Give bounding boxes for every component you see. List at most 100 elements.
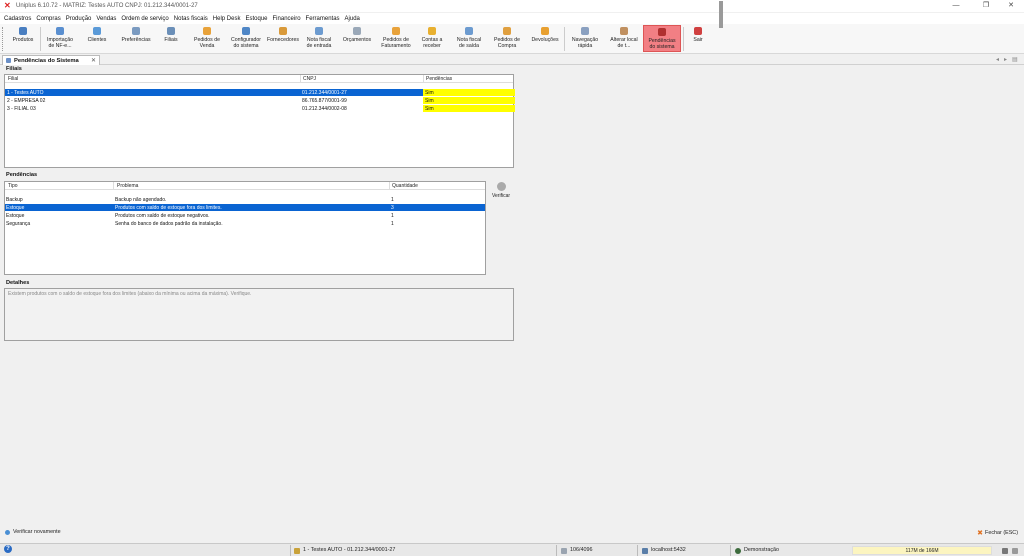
grid-icon[interactable] [1012, 546, 1021, 555]
table-row[interactable]: Estoque Produtos com saldo de estoque fo… [5, 204, 485, 211]
toolbar-button-label: Pendências do sistema [648, 38, 676, 50]
app-logo-icon: ✕ [4, 1, 11, 10]
toolbar-filiais-button[interactable]: Filiais [160, 25, 182, 52]
toolbar-pedidos-venda-button[interactable]: Pedidos de Venda [190, 25, 224, 52]
close-screen-button[interactable]: ✖ Fechar (ESC) [977, 529, 1018, 537]
menu-ferramentas[interactable]: Ferramentas [306, 16, 340, 22]
col-filial[interactable]: Filial [8, 76, 18, 82]
invoice-out-icon [465, 27, 473, 35]
box-icon [19, 27, 27, 35]
branches-icon [167, 27, 175, 35]
filiais-table[interactable]: Filial CNPJ Pendências 1 - Testes AUTO 0… [4, 74, 515, 168]
close-window-button[interactable]: ✕ [1000, 0, 1022, 12]
table-row[interactable]: 1 - Testes AUTO 01.212.344/0001-27 Sim [5, 89, 515, 96]
exit-icon [694, 27, 702, 35]
table-row[interactable]: Estoque Produtos com saldo de estoque ne… [5, 212, 485, 219]
details-textarea[interactable]: Existem produtos com o saldo de estoque … [4, 288, 514, 341]
returns-icon [541, 27, 549, 35]
clients-icon [93, 27, 101, 35]
cell-tipo: Backup [6, 197, 23, 203]
toolbar-fornecedores-button[interactable]: Fornecedores [266, 25, 300, 52]
close-icon: ✖ [977, 530, 984, 537]
menu-financeiro[interactable]: Financeiro [273, 16, 301, 22]
status-company: 1 - Testes AUTO - 01.212.344/0001-27 [294, 546, 395, 555]
preferences-icon [132, 27, 140, 35]
toolbar-grip[interactable] [2, 27, 5, 51]
filiais-table-header: Filial CNPJ Pendências [5, 75, 513, 83]
table-row[interactable]: Backup Backup não agendado. 1 [5, 196, 485, 203]
cell-tipo: Segurança [6, 221, 31, 227]
close-screen-label: Fechar (ESC) [985, 530, 1018, 536]
help-icon[interactable]: ? [4, 545, 12, 553]
toolbar-contas-receber-button[interactable]: Contas a receber [416, 25, 448, 52]
toolbar-orcamentos-button[interactable]: Orçamentos [340, 25, 374, 52]
verify-label: Verificar [491, 193, 511, 199]
cell-filial: 3 - FILIAL 03 [7, 106, 36, 112]
menu-estoque[interactable]: Estoque [245, 16, 267, 22]
pendencias-table-header: Tipo Problema Quantidade [5, 182, 485, 190]
col-quantidade[interactable]: Quantidade [392, 183, 418, 189]
tab-close-icon[interactable]: ✕ [91, 57, 96, 64]
toolbar-importacao-nfe-button[interactable]: Importação de NF-e... [42, 25, 78, 52]
verify-again-button[interactable]: Verificar novamente [5, 529, 61, 535]
menu-notas-fiscais[interactable]: Notas fiscais [174, 16, 208, 22]
toolbar-configurador-button[interactable]: Configurador do sistema [228, 25, 264, 52]
col-cnpj[interactable]: CNPJ [303, 76, 316, 82]
toolbar-button-label: Contas a receber [421, 37, 443, 49]
verify-button[interactable]: Verificar [487, 181, 515, 276]
menu-bar: Cadastros Compras Produção Vendas Ordem … [0, 13, 1024, 24]
tab-menu-icon[interactable]: ▤ [1012, 56, 1018, 63]
menu-ajuda[interactable]: Ajuda [345, 16, 360, 22]
toolbar-nota-fiscal-entrada-button[interactable]: Nota fiscal de entrada [302, 25, 336, 52]
column-divider [389, 182, 390, 190]
bottom-action-bar: Verificar novamente ✖ Fechar (ESC) [0, 525, 1024, 540]
toolbar-separator [40, 27, 41, 51]
toolbar-nota-fiscal-saida-button[interactable]: Nota fiscal de saída [452, 25, 486, 52]
column-divider [300, 75, 301, 83]
maximize-button[interactable]: ❐ [975, 0, 997, 12]
pendencias-table[interactable]: Tipo Problema Quantidade Backup Backup n… [4, 181, 486, 275]
toolbar-pedidos-faturamento-button[interactable]: Pedidos de Faturamento [378, 25, 414, 52]
toolbar-produtos-button[interactable]: Produtos [8, 25, 38, 52]
invoice-in-icon [315, 27, 323, 35]
table-row[interactable]: 3 - FILIAL 03 01.212.344/0002-08 Sim [5, 105, 515, 112]
tab-next-icon[interactable]: ▸ [1004, 56, 1007, 63]
toolbar-navegacao-rapida-button[interactable]: Navegação rápida [567, 25, 603, 52]
toolbar-button-label: Nota fiscal de saída [456, 37, 482, 49]
cell-problema: Backup não agendado. [115, 197, 167, 203]
menu-vendas[interactable]: Vendas [96, 16, 116, 22]
toolbar-button-label: Produtos [12, 37, 34, 43]
toolbar-clientes-button[interactable]: Clientes [82, 25, 112, 52]
tab-prev-icon[interactable]: ◂ [996, 56, 999, 63]
status-user-text: Demonstração [744, 547, 780, 553]
menu-help-desk[interactable]: Help Desk [213, 16, 241, 22]
toolbar-pedidos-compra-button[interactable]: Pedidos de Compra [490, 25, 524, 52]
table-row[interactable]: Segurança Senha do banco de dados padrão… [5, 220, 485, 227]
tab-label: Pendências do Sistema [14, 57, 79, 64]
toolbar-sair-button[interactable]: Sair [688, 25, 708, 52]
table-row[interactable]: 2 - EMPRESA 02 86.765.877/0001-99 Sim [5, 97, 515, 104]
menu-compras[interactable]: Compras [36, 16, 60, 22]
pending-icon [658, 28, 666, 36]
toolbar-devolucoes-button[interactable]: Devoluções [528, 25, 562, 52]
tab-pendencias-sistema[interactable]: Pendências do Sistema ✕ [2, 55, 100, 65]
col-problema[interactable]: Problema [117, 183, 138, 189]
toolbar-preferencias-button[interactable]: Preferências [116, 25, 156, 52]
status-divider [637, 545, 638, 556]
filiais-section-title: Filiais [6, 66, 22, 72]
trash-icon[interactable] [1002, 546, 1011, 555]
toolbar-alterar-local-button[interactable]: Alterar local de t... [608, 25, 640, 52]
minimize-button[interactable]: — [945, 0, 967, 12]
document-icon [561, 547, 567, 554]
status-divider [730, 545, 731, 556]
col-tipo[interactable]: Tipo [8, 183, 18, 189]
menu-ordem-servico[interactable]: Ordem de serviço [121, 16, 168, 22]
toolbar-button-label: Alterar local de t... [610, 37, 638, 49]
toolbar-button-label: Nota fiscal de entrada [306, 37, 332, 49]
menu-producao[interactable]: Produção [66, 16, 92, 22]
toolbar-pendencias-sistema-button[interactable]: Pendências do sistema [643, 25, 681, 52]
menu-cadastros[interactable]: Cadastros [4, 16, 31, 22]
col-pendencias[interactable]: Pendências [426, 76, 452, 82]
cell-quantidade: 3 [391, 205, 394, 211]
title-bar: ✕ Uniplus 6.10.72 - MATRIZ: Testes AUTO … [0, 0, 1024, 12]
